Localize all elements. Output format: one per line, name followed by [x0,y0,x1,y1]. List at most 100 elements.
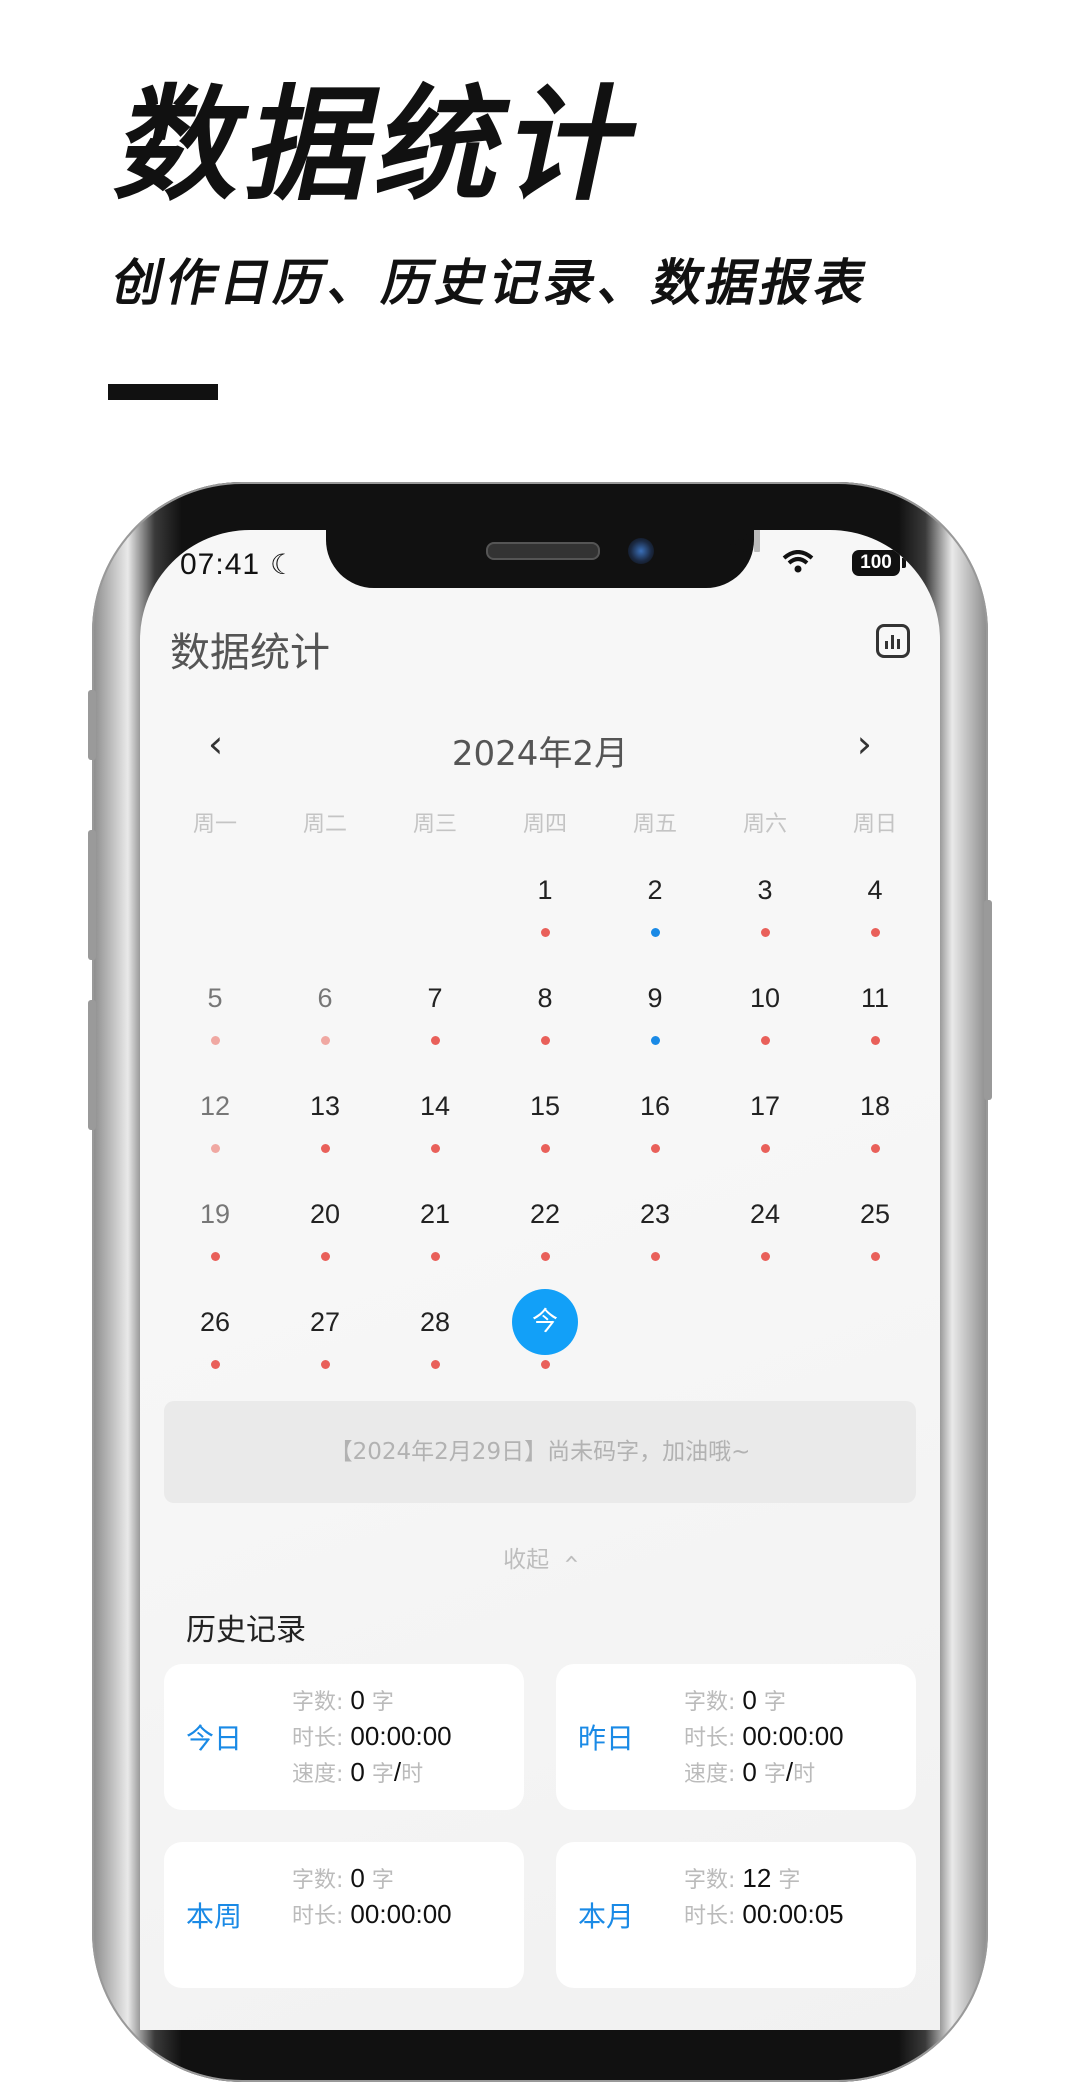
calendar-day[interactable]: 12 [160,1088,270,1196]
month-label: 2024年2月 [451,734,629,774]
phone-screen: 07:41 ☾ 100 数据统计 ‹ 2024年2月 › 周一 周二 周三 周四… [140,530,940,2030]
calendar-day[interactable]: 20 [270,1196,380,1304]
chevron-right-icon[interactable]: › [857,722,872,766]
calendar-day[interactable]: 6 [270,980,380,1088]
activity-dot [541,1144,550,1153]
card-period: 今日 [186,1722,243,1755]
bar-chart-icon[interactable] [876,624,910,658]
day-number: 1 [537,875,553,905]
calendar-day[interactable]: 18 [820,1088,930,1196]
calendar-day[interactable]: 8 [490,980,600,1088]
calendar-day[interactable]: 24 [710,1196,820,1304]
day-number: 4 [867,875,883,905]
day-number: 22 [529,1199,561,1229]
activity-dot [761,928,770,937]
card-duration: 时长: 00:00:05 [684,1899,844,1929]
calendar-day-today[interactable]: 今 [490,1289,600,1412]
day-number: 18 [859,1091,891,1121]
card-period: 本周 [186,1900,243,1933]
calendar-day[interactable]: 28 [380,1304,490,1412]
calendar-day[interactable]: 9 [600,980,710,1088]
history-card-month[interactable]: 本月 字数: 12 字 时长: 00:00:05 [556,1842,916,1988]
activity-dot [431,1144,440,1153]
day-number: 23 [639,1199,671,1229]
status-icons: 100 [710,530,910,580]
calendar-day[interactable]: 1 [490,872,600,980]
card-duration: 时长: 00:00:00 [292,1899,452,1929]
activity-dot [651,1144,660,1153]
card-duration: 时长: 00:00:00 [292,1721,452,1751]
day-number: 27 [309,1307,341,1337]
card-words: 字数: 0 字 [292,1863,394,1893]
card-words: 字数: 12 字 [684,1863,801,1893]
calendar-day[interactable]: 21 [380,1196,490,1304]
weekday-label: 周二 [302,812,347,837]
day-number: 16 [639,1091,671,1121]
calendar-day[interactable]: 7 [380,980,490,1088]
history-card-today[interactable]: 今日 字数: 0 字 时长: 00:00:00 速度: 0 字/时 [164,1664,524,1810]
calendar-day[interactable]: 13 [270,1088,380,1196]
phone-side-button [88,690,96,760]
calendar-day[interactable]: 4 [820,872,930,980]
activity-dot [541,1360,550,1369]
weekday-label: 周六 [742,812,787,837]
activity-dot [761,1252,770,1261]
promo-divider [108,384,218,400]
promo-title: 数据统计 [105,74,657,218]
calendar-day[interactable]: 5 [160,980,270,1088]
phone-side-button [88,830,96,960]
calendar-day[interactable]: 25 [820,1196,930,1304]
day-number: 15 [529,1091,561,1121]
collapse-button[interactable]: 收起 › [140,1540,940,1574]
calendar-day[interactable]: 17 [710,1088,820,1196]
calendar-day[interactable]: 2 [600,872,710,980]
today-marker: 今 [512,1289,578,1355]
day-number: 13 [309,1091,341,1121]
calendar-day[interactable]: 10 [710,980,820,1088]
calendar-day[interactable]: 14 [380,1088,490,1196]
history-title: 历史记录 [186,1613,306,1648]
promo-subtitle: 创作日历、历史记录、数据报表 [107,254,876,312]
calendar-day[interactable]: 11 [820,980,930,1088]
day-number: 6 [317,983,333,1013]
calendar-day[interactable]: 19 [160,1196,270,1304]
card-speed: 速度: 0 字/时 [684,1757,816,1787]
calendar-day[interactable]: 27 [270,1304,380,1412]
weekday-label: 周四 [522,812,567,837]
calendar-day[interactable]: 26 [160,1304,270,1412]
activity-dot [211,1360,220,1369]
camera-icon [628,538,654,564]
calendar-day[interactable]: 16 [600,1088,710,1196]
history-card-yesterday[interactable]: 昨日 字数: 0 字 时长: 00:00:00 速度: 0 字/时 [556,1664,916,1810]
calendar-day[interactable]: 3 [710,872,820,980]
calendar-day[interactable]: 15 [490,1088,600,1196]
day-number: 21 [419,1199,451,1229]
day-number: 11 [860,983,890,1013]
activity-dot [321,1252,330,1261]
activity-dot [651,928,660,937]
activity-dot [431,1036,440,1045]
history-card-week[interactable]: 本周 字数: 0 字 时长: 00:00:00 [164,1842,524,1988]
activity-dot [651,1036,660,1045]
weekday-label: 周日 [852,812,897,837]
activity-dot [321,1144,330,1153]
weekday-label: 周一 [192,812,237,837]
day-number: 14 [419,1091,451,1121]
day-number: 2 [647,875,663,905]
activity-dot [541,1252,550,1261]
calendar-day[interactable]: 22 [490,1196,600,1304]
calendar-day[interactable]: 23 [600,1196,710,1304]
activity-dot [321,1360,330,1369]
day-number: 19 [199,1199,231,1229]
activity-dot [431,1360,440,1369]
phone-notch [326,530,754,588]
activity-dot [871,928,880,937]
weekday-header: 周一 周二 周三 周四 周五 周六 周日 [160,806,930,838]
card-period: 昨日 [578,1722,635,1755]
weekday-label: 周五 [632,812,677,837]
activity-dot [211,1144,220,1153]
day-number: 3 [757,875,773,905]
activity-dot [211,1036,220,1045]
day-number: 28 [419,1307,451,1337]
status-time: 07:41 [180,548,261,581]
